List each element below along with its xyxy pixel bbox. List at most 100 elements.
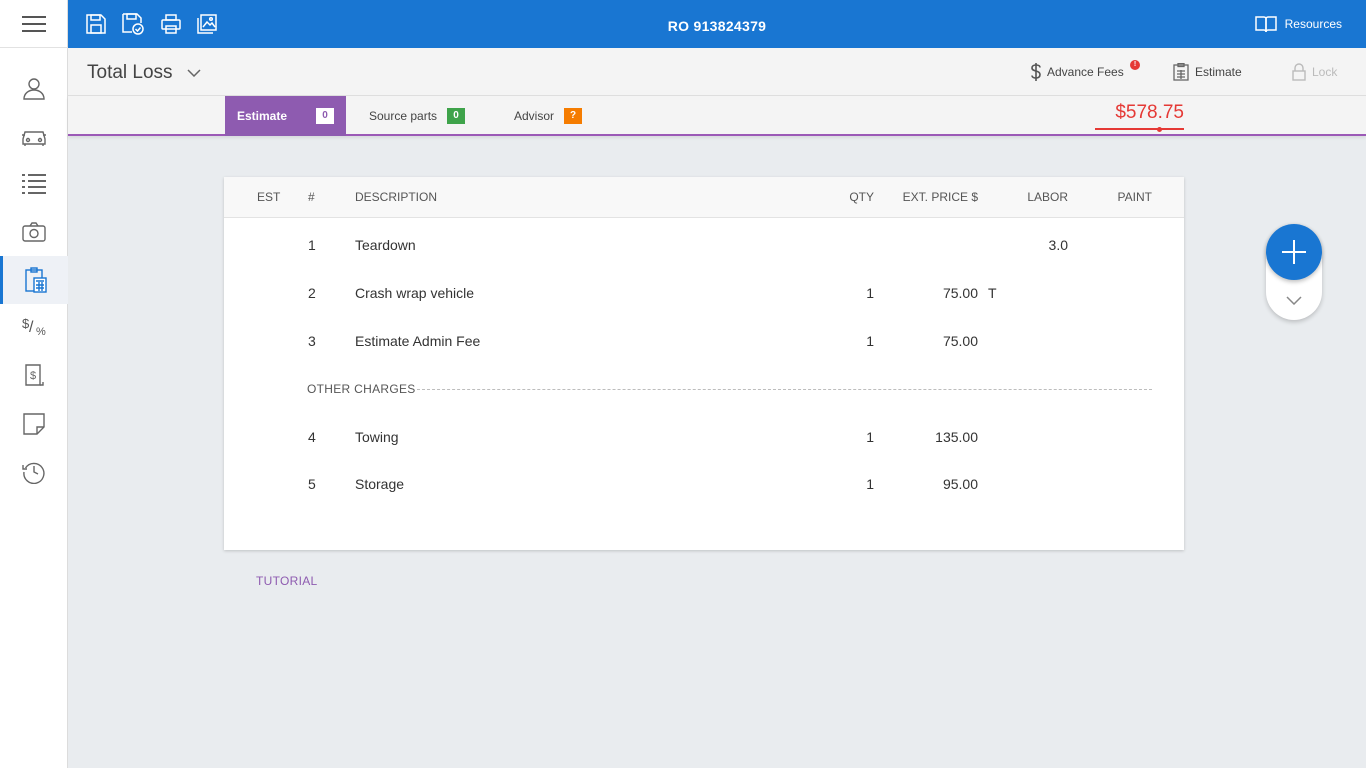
- section-label: OTHER CHARGES: [307, 382, 416, 396]
- print-button[interactable]: [159, 12, 183, 36]
- tab-estimate-label: Estimate: [237, 109, 288, 123]
- line-qty: 1: [866, 285, 874, 301]
- tab-source-parts[interactable]: Source parts 0: [357, 96, 477, 136]
- person-icon: [23, 78, 45, 100]
- total-indicator-dot: [1157, 127, 1162, 132]
- tab-estimate-count-badge: 0: [316, 108, 334, 124]
- advance-fees-alert-badge: !: [1130, 60, 1140, 70]
- sidebar-item-vehicle[interactable]: [0, 112, 68, 160]
- line-qty: 1: [866, 333, 874, 349]
- hamburger-menu-button[interactable]: [0, 0, 68, 48]
- line-ext-price: 75.00: [942, 333, 978, 349]
- lock-label: Lock: [1312, 65, 1338, 79]
- tab-source-parts-count-badge: 0: [447, 108, 466, 124]
- line-number: 5: [308, 476, 316, 492]
- advance-fees-button[interactable]: Advance Fees !: [1031, 48, 1140, 96]
- col-header-est: EST: [257, 190, 281, 204]
- line-number: 3: [308, 333, 316, 349]
- advance-fees-label: Advance Fees: [1047, 65, 1124, 79]
- table-row[interactable]: 2 Crash wrap vehicle 1 75.00 T: [224, 269, 1184, 317]
- save-button[interactable]: [84, 12, 108, 36]
- table-row[interactable]: 4 Towing 1 135.00: [224, 413, 1184, 461]
- estimate-tab-bar: Estimate 0 Source parts 0 Advisor ? $578…: [68, 96, 1366, 136]
- line-number: 1: [308, 237, 316, 253]
- top-app-bar: RO 913824379 Resources: [68, 0, 1366, 48]
- sidebar-item-history[interactable]: [0, 448, 68, 496]
- section-divider: [417, 389, 1152, 390]
- line-ext-price: 95.00: [942, 476, 978, 492]
- col-header-qty: QTY: [849, 190, 874, 204]
- resources-label: Resources: [1284, 17, 1342, 31]
- job-type-label: Total Loss: [87, 62, 173, 83]
- calculator-clipboard-icon: [24, 267, 47, 293]
- sidebar-item-list[interactable]: [0, 160, 68, 208]
- total-underline: [1095, 128, 1184, 130]
- chevron-down-icon: [187, 69, 201, 77]
- save-and-check-button[interactable]: [121, 12, 145, 36]
- table-header: EST # DESCRIPTION QTY EXT. PRICE $ LABOR…: [224, 177, 1184, 218]
- tab-advisor-label: Advisor: [514, 109, 555, 123]
- estimate-total[interactable]: $578.75: [1095, 96, 1184, 136]
- table-row[interactable]: 3 Estimate Admin Fee 1 75.00: [224, 317, 1184, 365]
- lock-icon: [1292, 63, 1306, 81]
- clipboard-icon: [1173, 63, 1189, 81]
- tab-estimate[interactable]: Estimate 0: [225, 96, 346, 136]
- line-qty: 1: [866, 429, 874, 445]
- percent-glyph: %: [36, 326, 46, 338]
- sidebar-item-invoice[interactable]: $: [0, 352, 68, 400]
- line-description: Towing: [355, 429, 399, 445]
- line-description: Storage: [355, 476, 405, 492]
- tutorial-link[interactable]: TUTORIAL: [256, 574, 318, 588]
- save-icon: [86, 14, 106, 34]
- left-nav-rail: $ / % $: [0, 0, 68, 768]
- job-type-dropdown[interactable]: Total Loss: [87, 62, 201, 84]
- col-header-ext-price: EXT. PRICE $: [902, 190, 978, 204]
- chevron-down-icon: [1286, 295, 1302, 305]
- line-taxable-flag: T: [988, 285, 997, 301]
- col-header-number: #: [308, 190, 315, 204]
- more-actions-button[interactable]: [1282, 290, 1306, 310]
- estimate-label: Estimate: [1195, 65, 1242, 79]
- list-icon: [22, 174, 46, 194]
- slash-glyph: /: [29, 319, 34, 336]
- car-icon: [22, 131, 46, 146]
- invoice-icon: $: [25, 364, 44, 386]
- col-header-labor: LABOR: [1027, 190, 1068, 204]
- line-description: Crash wrap vehicle: [355, 285, 475, 301]
- sidebar-item-customer[interactable]: [0, 64, 68, 112]
- lock-button[interactable]: Lock: [1292, 48, 1337, 96]
- menu-icon: [22, 15, 46, 32]
- estimate-lines-card: EST # DESCRIPTION QTY EXT. PRICE $ LABOR…: [224, 177, 1184, 550]
- sidebar-item-estimate[interactable]: [0, 256, 68, 304]
- table-row[interactable]: 5 Storage 1 95.00: [224, 460, 1184, 508]
- note-icon: [23, 413, 45, 435]
- add-line-fab-group: [1266, 224, 1322, 320]
- line-ext-price: 75.00: [942, 285, 978, 301]
- gallery-button[interactable]: [195, 12, 219, 36]
- line-qty: 1: [866, 476, 874, 492]
- other-charges-section-header: OTHER CHARGES: [307, 382, 1152, 396]
- print-icon: [161, 14, 181, 34]
- tab-advisor-count-badge: ?: [564, 108, 583, 124]
- camera-icon: [22, 222, 46, 242]
- add-line-button[interactable]: [1266, 224, 1322, 280]
- sidebar-item-photos[interactable]: [0, 208, 68, 256]
- sidebar-item-pricing[interactable]: $ / %: [0, 304, 68, 352]
- repair-order-number: RO 913824379: [667, 18, 767, 34]
- svg-text:$: $: [30, 370, 36, 382]
- plus-icon: [1282, 240, 1306, 264]
- table-row[interactable]: 1 Teardown 3.0: [224, 221, 1184, 269]
- col-header-paint: PAINT: [1117, 190, 1152, 204]
- history-icon: [22, 462, 45, 484]
- dollar-percent-icon: $ / %: [22, 316, 46, 340]
- sidebar-item-notes[interactable]: [0, 400, 68, 448]
- tab-source-parts-label: Source parts: [369, 109, 438, 123]
- tab-advisor[interactable]: Advisor ?: [502, 96, 594, 136]
- line-number: 4: [308, 429, 316, 445]
- dollar-icon: [1031, 63, 1041, 81]
- line-number: 2: [308, 285, 316, 301]
- line-description: Teardown: [355, 237, 416, 253]
- sub-header: Total Loss Advance Fees ! Estimate Lock: [68, 48, 1366, 96]
- resources-button[interactable]: Resources: [1254, 0, 1342, 48]
- estimate-button[interactable]: Estimate: [1173, 48, 1242, 96]
